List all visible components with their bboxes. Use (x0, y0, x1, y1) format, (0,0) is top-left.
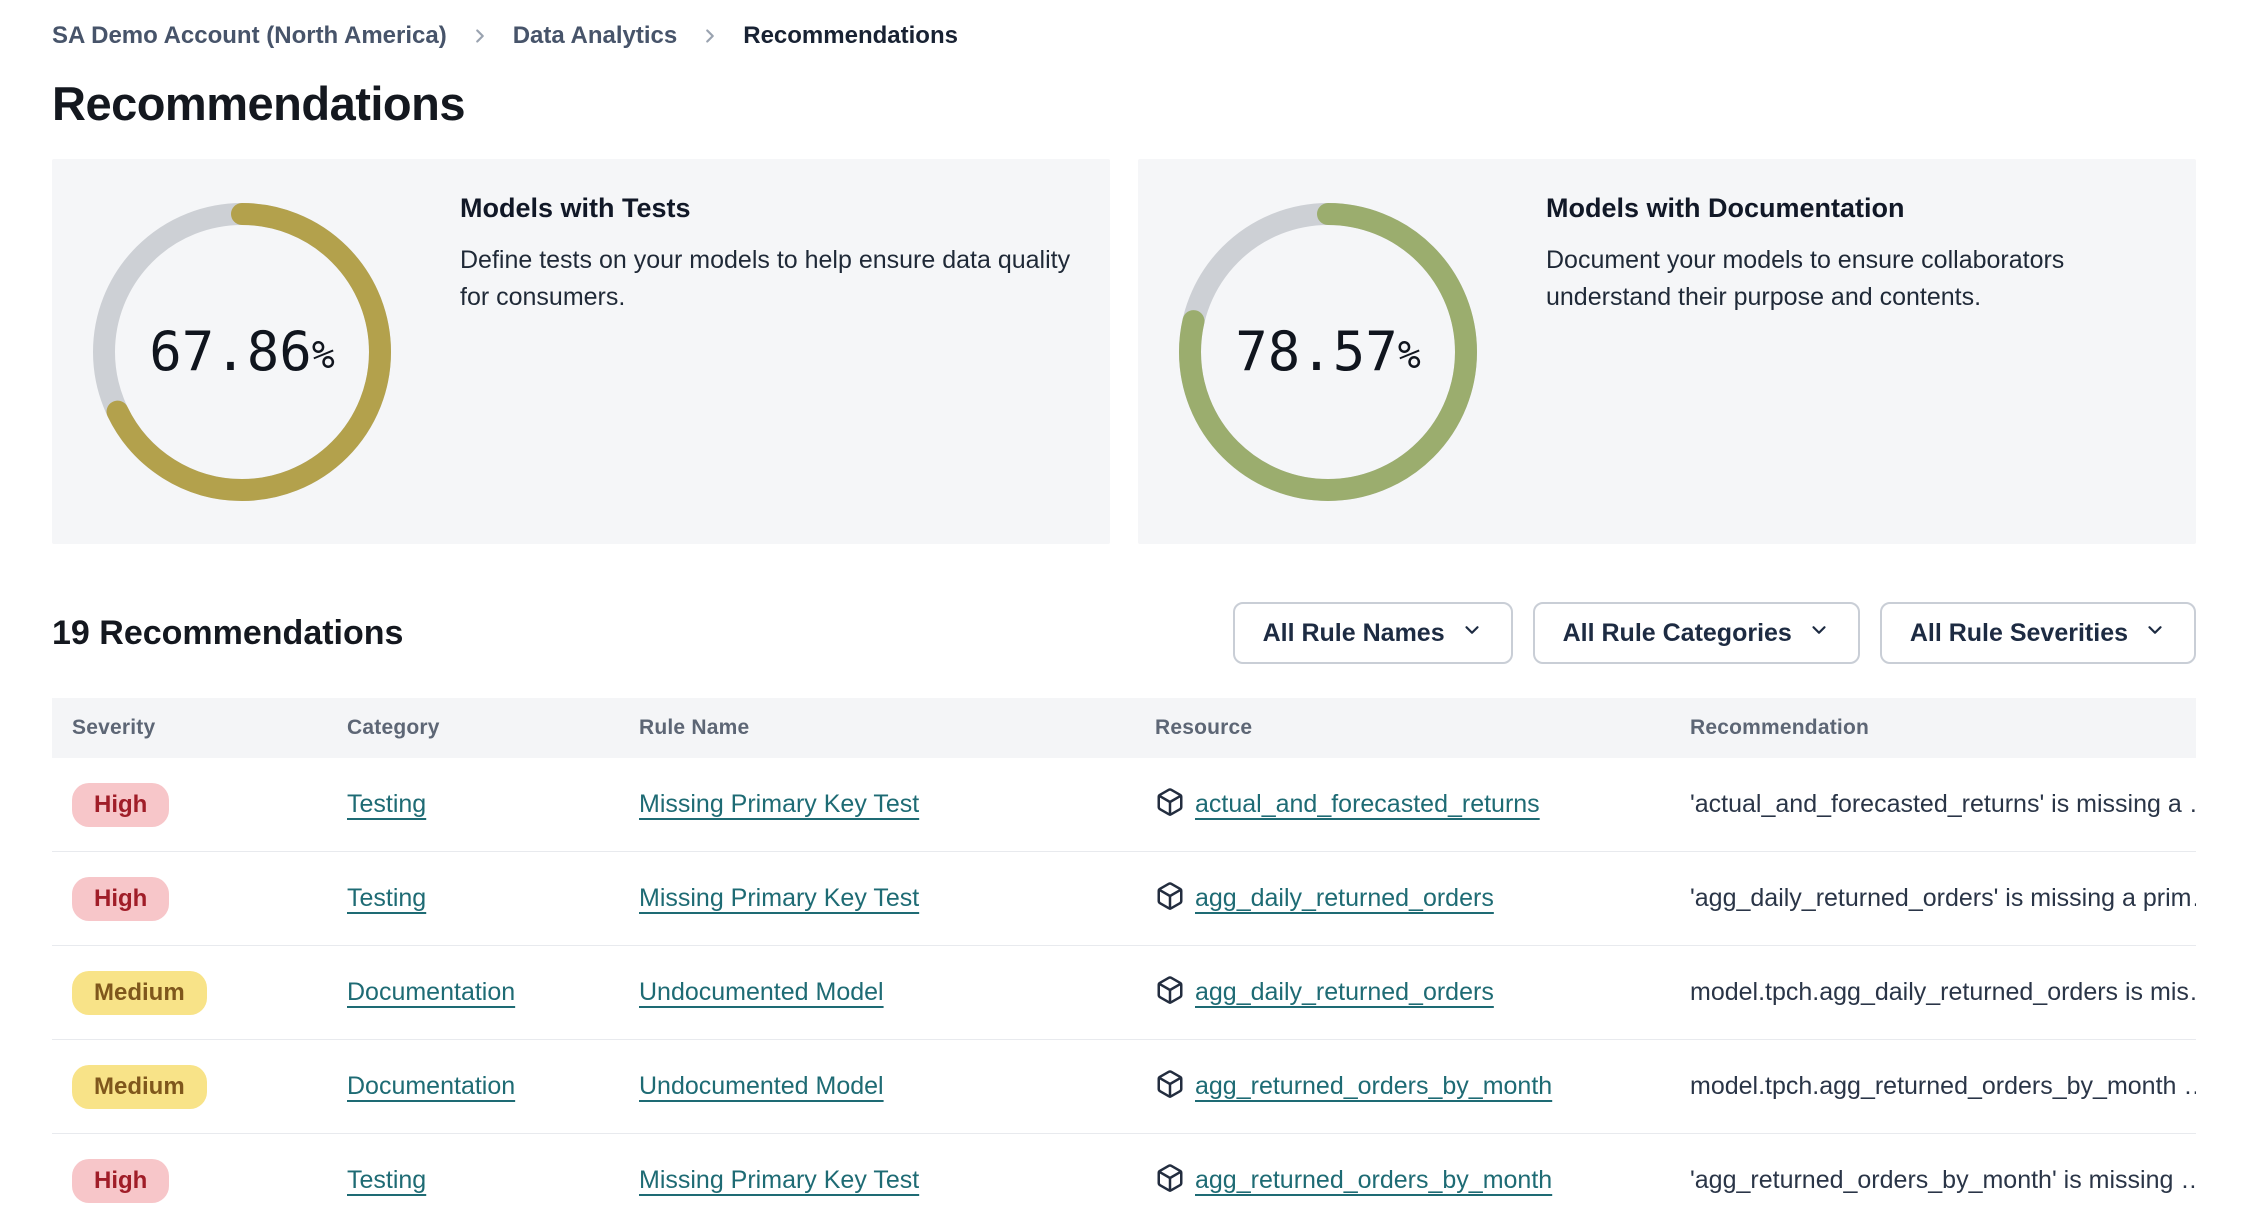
chevron-right-icon (699, 25, 721, 47)
cube-icon (1155, 881, 1185, 916)
cube-icon (1155, 975, 1185, 1010)
chevron-down-icon (1808, 619, 1830, 648)
column-header-rule-name: Rule Name (639, 716, 750, 739)
resource-link[interactable]: agg_returned_orders_by_month (1195, 1072, 1552, 1101)
breadcrumb-project-link[interactable]: Data Analytics (513, 22, 678, 50)
breadcrumb-account-link[interactable]: SA Demo Account (North America) (52, 22, 447, 50)
severity-badge: High (72, 1158, 170, 1203)
chevron-down-icon (2144, 619, 2166, 648)
column-header-severity: Severity (72, 716, 156, 739)
resource-link[interactable]: actual_and_forecasted_returns (1195, 790, 1540, 819)
documentation-card-text: Models with Documentation Document your … (1546, 159, 2186, 316)
table-row: Medium Documentation Undocumented Model … (52, 1040, 2196, 1134)
table-row: High Testing Missing Primary Key Test ag… (52, 852, 2196, 946)
page-title: Recommendations (52, 77, 465, 130)
column-header-resource: Resource (1155, 716, 1253, 739)
models-with-tests-card: 67.86% Models with Tests Define tests on… (52, 159, 1110, 544)
chevron-right-icon (469, 25, 491, 47)
tests-card-description: Define tests on your models to help ensu… (460, 246, 1071, 311)
table-row: Medium Documentation Undocumented Model … (52, 946, 2196, 1040)
resource-link[interactable]: agg_daily_returned_orders (1195, 978, 1494, 1007)
list-header: 19 Recommendations All Rule Names All Ru… (52, 602, 2196, 664)
resource-link[interactable]: agg_returned_orders_by_month (1195, 1166, 1552, 1195)
recommendations-count-title: 19 Recommendations (52, 613, 404, 652)
documentation-card-title: Models with Documentation (1546, 193, 1905, 223)
summary-cards: 67.86% Models with Tests Define tests on… (52, 159, 2196, 544)
recommendation-text: 'agg_returned_orders_by_month' is missin… (1690, 1166, 2196, 1194)
rule-name-link[interactable]: Missing Primary Key Test (639, 1166, 919, 1194)
documentation-percentage-value: 78.57% (1235, 320, 1421, 383)
rule-name-link[interactable]: Undocumented Model (639, 978, 884, 1006)
resource-link[interactable]: agg_daily_returned_orders (1195, 884, 1494, 913)
recommendation-text: 'agg_daily_returned_orders' is missing a… (1690, 884, 2196, 912)
recommendation-text: model.tpch.agg_daily_returned_orders is … (1690, 978, 2196, 1006)
rule-name-link[interactable]: Missing Primary Key Test (639, 790, 919, 818)
models-with-documentation-card: 78.57% Models with Documentation Documen… (1138, 159, 2196, 544)
recommendations-page: SA Demo Account (North America) Data Ana… (0, 0, 2248, 1220)
rule-name-link[interactable]: Missing Primary Key Test (639, 884, 919, 912)
table-body: High Testing Missing Primary Key Test ac… (52, 758, 2196, 1220)
recommendation-text: 'actual_and_forecasted_returns' is missi… (1690, 790, 2196, 818)
rule-name-link[interactable]: Undocumented Model (639, 1072, 884, 1100)
column-header-category: Category (347, 716, 440, 739)
table-header-row: Severity Category Rule Name Resource Rec… (52, 698, 2196, 758)
tests-percentage-value: 67.86% (149, 320, 335, 383)
severity-badge: Medium (72, 1064, 207, 1109)
rule-severities-filter-dropdown[interactable]: All Rule Severities (1879, 602, 2196, 664)
filter-label: All Rule Categories (1562, 618, 1792, 647)
filter-label: All Rule Names (1262, 618, 1445, 647)
filter-label: All Rule Severities (1909, 618, 2128, 647)
severity-badge: High (72, 782, 170, 827)
category-link[interactable]: Testing (347, 790, 426, 818)
tests-card-text: Models with Tests Define tests on your m… (460, 159, 1100, 316)
category-link[interactable]: Documentation (347, 978, 515, 1006)
table-row: High Testing Missing Primary Key Test ag… (52, 1134, 2196, 1220)
recommendations-table: Severity Category Rule Name Resource Rec… (52, 698, 2196, 1220)
documentation-card-description: Document your models to ensure collabora… (1546, 246, 2065, 311)
rule-names-filter-dropdown[interactable]: All Rule Names (1232, 602, 1513, 664)
category-link[interactable]: Testing (347, 884, 426, 912)
cube-icon (1155, 1069, 1185, 1104)
documentation-donut-chart: 78.57% (1168, 192, 1488, 512)
chevron-down-icon (1461, 619, 1483, 648)
breadcrumb: SA Demo Account (North America) Data Ana… (52, 0, 2196, 50)
tests-donut-chart: 67.86% (82, 192, 402, 512)
severity-badge: Medium (72, 970, 207, 1015)
cube-icon (1155, 1163, 1185, 1198)
recommendation-text: model.tpch.agg_returned_orders_by_month … (1690, 1072, 2196, 1100)
column-header-recommendation: Recommendation (1690, 716, 1869, 739)
table-row: High Testing Missing Primary Key Test ac… (52, 758, 2196, 852)
tests-card-title: Models with Tests (460, 193, 691, 223)
category-link[interactable]: Documentation (347, 1072, 515, 1100)
category-link[interactable]: Testing (347, 1166, 426, 1194)
breadcrumb-current: Recommendations (743, 22, 958, 49)
severity-badge: High (72, 876, 170, 921)
rule-categories-filter-dropdown[interactable]: All Rule Categories (1532, 602, 1860, 664)
cube-icon (1155, 787, 1185, 822)
filter-bar: All Rule Names All Rule Categories All R… (1232, 602, 2196, 664)
